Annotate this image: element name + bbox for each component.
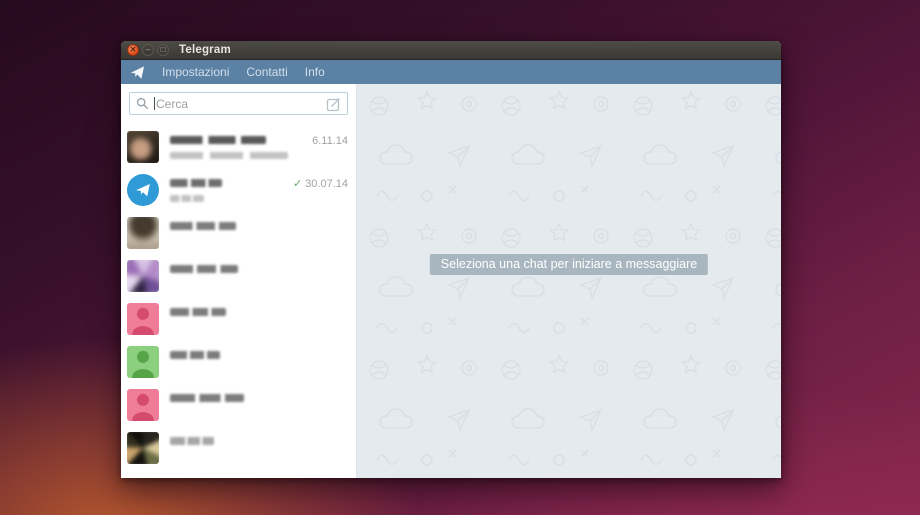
avatar-photo <box>127 432 159 464</box>
menu-item-contatti[interactable]: Contatti <box>246 65 287 79</box>
doodle-pattern-background <box>357 84 781 478</box>
window-titlebar[interactable]: ✕ – □ Telegram <box>121 41 781 60</box>
chat-list-pane: Cerca 6.11.14 <box>121 84 357 478</box>
search-bar: Cerca <box>121 84 356 123</box>
menu-item-info[interactable]: Info <box>305 65 325 79</box>
avatar-telegram-logo <box>127 174 159 206</box>
chat-list-item-1[interactable]: 6.11.14 <box>121 126 356 169</box>
chat-date: 6.11.14 <box>312 135 348 147</box>
chat-list-item-3[interactable] <box>121 212 356 255</box>
redacted-chat-name <box>170 136 266 144</box>
search-placeholder: Cerca <box>156 97 188 111</box>
chat-list-item-7[interactable] <box>121 384 356 427</box>
chat-list-item-8[interactable] <box>121 427 356 470</box>
person-silhouette-icon <box>127 346 159 378</box>
window-title: Telegram <box>179 44 231 56</box>
search-icon <box>136 97 149 110</box>
menubar: Impostazioni Contatti Info <box>121 60 781 84</box>
menu-item-impostazioni[interactable]: Impostazioni <box>162 65 229 79</box>
chat-list-item-4[interactable] <box>121 255 356 298</box>
chat-list-item-6[interactable] <box>121 341 356 384</box>
redacted-message-preview <box>170 195 204 202</box>
redacted-chat-name <box>170 265 238 273</box>
telegram-plane-icon <box>130 65 145 80</box>
chat-area: Seleziona una chat per iniziare a messag… <box>357 84 781 478</box>
compose-icon[interactable] <box>326 96 342 112</box>
redacted-message-preview <box>170 152 288 159</box>
minimize-icon[interactable]: – <box>142 44 154 56</box>
avatar-placeholder <box>127 303 159 335</box>
redacted-chat-name <box>170 179 222 187</box>
maximize-icon[interactable]: □ <box>157 44 169 56</box>
read-check-icon: ✓ <box>293 179 302 190</box>
chat-list-item-5[interactable] <box>121 298 356 341</box>
redacted-chat-name <box>170 437 214 445</box>
empty-state-message: Seleziona una chat per iniziare a messag… <box>430 254 708 275</box>
desktop-wallpaper: ✕ – □ Telegram Impostazioni Contatti Inf… <box>0 0 920 515</box>
text-caret <box>154 97 155 110</box>
redacted-chat-name <box>170 308 226 316</box>
chat-list-item-2[interactable]: ✓ 30.07.14 <box>121 169 356 212</box>
telegram-plane-icon <box>135 182 151 198</box>
avatar-photo <box>127 260 159 292</box>
avatar-photo <box>127 131 159 163</box>
redacted-chat-name <box>170 394 244 402</box>
search-input[interactable]: Cerca <box>129 92 348 115</box>
chat-date: 30.07.14 <box>305 178 348 190</box>
avatar-placeholder <box>127 389 159 421</box>
person-silhouette-icon <box>127 303 159 335</box>
redacted-chat-name <box>170 351 220 359</box>
window-body: Cerca 6.11.14 <box>121 84 781 478</box>
chat-list: 6.11.14 ✓ <box>121 126 356 470</box>
avatar-placeholder <box>127 346 159 378</box>
close-icon[interactable]: ✕ <box>127 44 139 56</box>
person-silhouette-icon <box>127 389 159 421</box>
telegram-window: ✕ – □ Telegram Impostazioni Contatti Inf… <box>121 41 781 478</box>
avatar-photo <box>127 217 159 249</box>
redacted-chat-name <box>170 222 236 230</box>
